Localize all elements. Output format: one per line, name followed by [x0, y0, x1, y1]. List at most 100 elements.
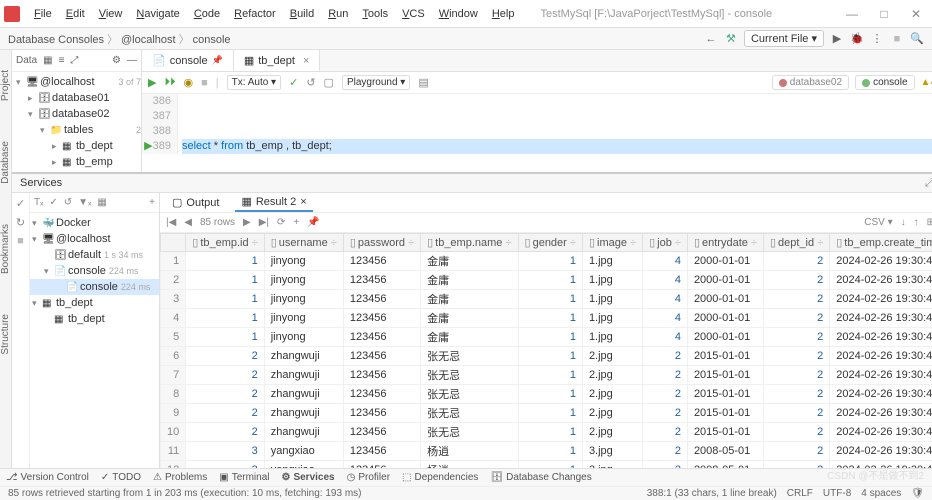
column-header[interactable]: ▯tb_emp.name ÷	[421, 234, 518, 252]
column-header[interactable]: ▯image ÷	[582, 234, 642, 252]
tool-database[interactable]: Database	[0, 141, 11, 184]
column-header[interactable]: ▯tb_emp.id ÷	[186, 234, 264, 252]
menu-navigate[interactable]: Navigate	[130, 5, 185, 23]
execute-many-icon[interactable]: ⏵⏵	[164, 76, 175, 89]
bottom-tab-database-changes[interactable]: 🗄Database Changes	[490, 472, 591, 483]
indent-setting[interactable]: 4 spaces	[861, 488, 901, 499]
service-node[interactable]: ▾🐳Docker	[30, 215, 159, 231]
minimize-button[interactable]: —	[840, 7, 864, 21]
close-button[interactable]: ✕	[904, 7, 928, 21]
db-node[interactable]: ▾📁tables2	[12, 122, 141, 138]
svc-commit-icon[interactable]: ✓	[49, 197, 57, 208]
menu-run[interactable]: Run	[322, 5, 354, 23]
db-node[interactable]: ▸🗄database01	[12, 90, 141, 106]
next-page-icon[interactable]: ▶	[243, 217, 251, 228]
search-icon[interactable]: 🔍	[910, 32, 924, 46]
column-header[interactable]: ▯job ÷	[643, 234, 688, 252]
gear-icon[interactable]: ⚙	[112, 55, 121, 66]
svc-stop-icon[interactable]: ■	[17, 235, 24, 247]
explain-icon[interactable]: ◉	[183, 76, 193, 89]
expand-icon[interactable]: ⤢	[70, 55, 78, 66]
column-header[interactable]: ▯tb_emp.create_time ÷	[830, 234, 932, 252]
schema-chip[interactable]: database02	[772, 75, 849, 90]
run-icon[interactable]: ▶	[830, 32, 844, 46]
svc-rerun-icon[interactable]: ↻	[16, 216, 25, 229]
menu-help[interactable]: Help	[486, 5, 521, 23]
bottom-tab-todo[interactable]: ✓TODO	[101, 472, 141, 483]
import-icon[interactable]: ↑	[914, 217, 919, 228]
bottom-tab-dependencies[interactable]: ⬚Dependencies	[402, 472, 478, 483]
maximize-button[interactable]: □	[872, 7, 896, 21]
commit-icon[interactable]: ✓	[289, 76, 298, 89]
mem-indicator[interactable]: 🛡	[911, 488, 924, 499]
table-row[interactable]: 11jinyong123456金庸11.jpg42000-01-0122024-…	[161, 252, 932, 271]
editor-tab[interactable]: 📄console📌	[142, 50, 234, 71]
svc-rollback-icon[interactable]: ↺	[64, 197, 72, 208]
execute-icon[interactable]: ▶	[148, 76, 156, 89]
back-nav-icon[interactable]: ←	[704, 32, 718, 46]
table-row[interactable]: 123yangxiao123456杨逍13.jpg22008-05-012202…	[161, 461, 932, 469]
bottom-tab-services[interactable]: ⚙Services	[281, 472, 334, 483]
service-node[interactable]: 🗄default1 s 34 ms	[30, 247, 159, 263]
table-row[interactable]: 92zhangwuji123456张无忌12.jpg22015-01-01220…	[161, 404, 932, 423]
menu-window[interactable]: Window	[433, 5, 484, 23]
table-row[interactable]: 51jinyong123456金庸11.jpg42000-01-0122024-…	[161, 328, 932, 347]
console-chip[interactable]: console	[855, 75, 914, 90]
hammer-icon[interactable]: ⚒	[724, 32, 738, 46]
stop-icon[interactable]: ■	[890, 32, 904, 46]
view-icon[interactable]: ▤	[418, 76, 428, 89]
csv-dropdown[interactable]: CSV ▾	[864, 217, 892, 228]
hide-icon[interactable]: —	[127, 55, 137, 66]
add-row-icon[interactable]: +	[293, 217, 299, 228]
service-node[interactable]: ▾🖥@localhost	[30, 231, 159, 247]
bottom-tab-profiler[interactable]: ◷Profiler	[347, 472, 390, 483]
line-separator[interactable]: CRLF	[787, 488, 813, 499]
svc-check-icon[interactable]: ✓	[16, 197, 25, 210]
table-row[interactable]: 21jinyong123456金庸11.jpg42000-01-0122024-…	[161, 271, 932, 290]
menu-view[interactable]: View	[93, 5, 129, 23]
debug-icon[interactable]: 🐞	[850, 32, 864, 46]
menu-edit[interactable]: Edit	[60, 5, 91, 23]
svc-add-icon[interactable]: +	[149, 197, 155, 208]
table-row[interactable]: 102zhangwuji123456张无忌12.jpg22015-01-0122…	[161, 423, 932, 442]
table-row[interactable]: 62zhangwuji123456张无忌12.jpg22015-01-01220…	[161, 347, 932, 366]
menu-build[interactable]: Build	[284, 5, 320, 23]
column-header[interactable]: ▯entrydate ÷	[687, 234, 763, 252]
cancel-icon[interactable]: ■	[201, 77, 208, 89]
db-node[interactable]: ▸▦tb_emp	[12, 154, 141, 170]
svc-layout-icon[interactable]: ▦	[97, 197, 106, 208]
expand-services-icon[interactable]: ⤢	[925, 177, 932, 190]
run-config-dropdown[interactable]: Current File ▾	[744, 30, 824, 47]
result-tab[interactable]: ▦ Result 2 ×	[235, 193, 312, 212]
reload-icon[interactable]: ⟳	[277, 217, 285, 228]
more-run-icon[interactable]: ⋮	[870, 32, 884, 46]
service-node[interactable]: 📄console224 ms	[30, 279, 159, 295]
ddl-icon[interactable]: ▦	[43, 55, 52, 66]
session-icon[interactable]: ▢	[324, 76, 334, 89]
column-header[interactable]: ▯username ÷	[264, 234, 343, 252]
code-area[interactable]: select * from tb_emp , tb_dept;	[178, 94, 932, 154]
menu-code[interactable]: Code	[188, 5, 226, 23]
bottom-tab-problems[interactable]: ⚠Problems	[153, 472, 207, 483]
caret-position[interactable]: 388:1 (33 chars, 1 line break)	[647, 488, 777, 499]
tx-mode-dropdown[interactable]: Tx: Auto ▾	[227, 75, 282, 90]
view-mode-icon[interactable]: ⊞	[927, 217, 932, 228]
warnings-badge[interactable]: ▲4	[921, 77, 932, 88]
menu-vcs[interactable]: VCS	[396, 5, 431, 23]
menu-tools[interactable]: Tools	[356, 5, 394, 23]
tool-structure[interactable]: Structure	[0, 314, 11, 355]
pin-icon[interactable]: 📌	[307, 217, 319, 228]
table-row[interactable]: 72zhangwuji123456张无忌12.jpg22015-01-01220…	[161, 366, 932, 385]
service-node[interactable]: ▾📄console224 ms	[30, 263, 159, 279]
table-row[interactable]: 41jinyong123456金庸11.jpg42000-01-0122024-…	[161, 309, 932, 328]
first-page-icon[interactable]: |◀	[166, 217, 176, 228]
column-header[interactable]: ▯gender ÷	[518, 234, 582, 252]
bottom-tab-terminal[interactable]: ▣Terminal	[219, 472, 269, 483]
tool-bookmarks[interactable]: Bookmarks	[0, 224, 11, 274]
db-node[interactable]: ▸▦tb_dept	[12, 138, 141, 154]
tool-project[interactable]: Project	[0, 70, 11, 101]
breadcrumb[interactable]: Database Consoles〉@localhost〉console	[8, 31, 231, 47]
rollback-icon[interactable]: ↺	[306, 76, 315, 89]
bottom-tab-version-control[interactable]: ⎇Version Control	[6, 472, 89, 483]
table-row[interactable]: 82zhangwuji123456张无忌12.jpg22015-01-01220…	[161, 385, 932, 404]
